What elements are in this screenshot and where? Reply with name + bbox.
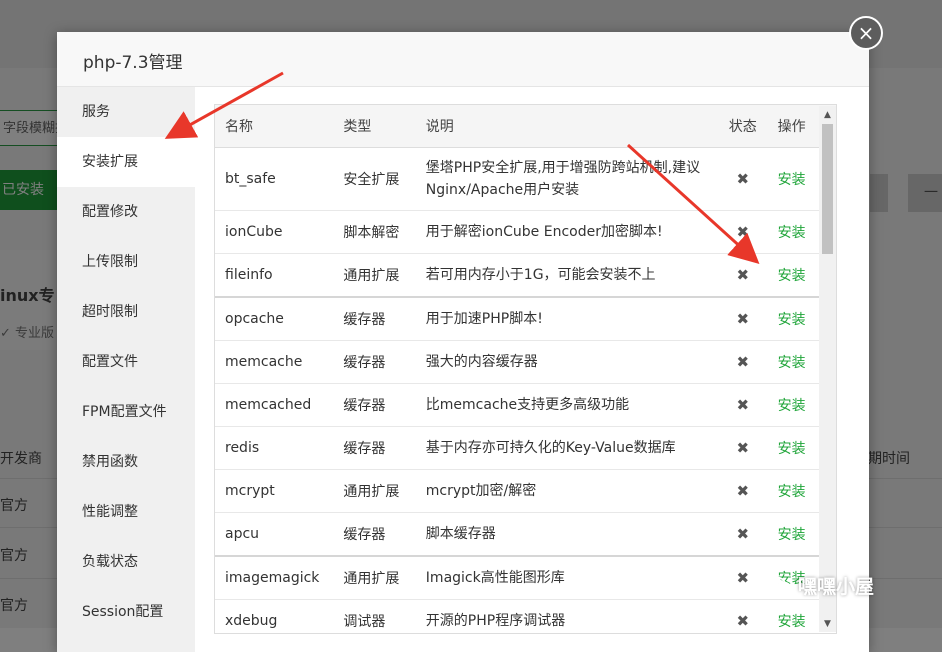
sidebar-item[interactable]: 上传限制 <box>57 237 195 287</box>
status-not-installed-icon: ✖ <box>719 210 766 254</box>
sidebar-item[interactable]: 服务 <box>57 87 195 137</box>
cell-type: 缓存器 <box>333 383 416 427</box>
col-header-desc: 说明 <box>415 105 720 148</box>
table-row: redis 缓存器 基于内存亦可持久化的Key-Value数据库 ✖ 安装 <box>215 426 836 470</box>
sidebar-item[interactable]: 负载状态 <box>57 537 195 587</box>
install-link[interactable]: 安装 <box>765 210 818 254</box>
sidebar-item[interactable]: Session配置 <box>57 587 195 637</box>
cell-type: 通用扩展 <box>333 556 416 600</box>
cell-type: 通用扩展 <box>333 253 416 298</box>
table-row: ionCube 脚本解密 用于解密ionCube Encoder加密脚本! ✖ 安装 <box>215 210 836 254</box>
table-row: mcrypt 通用扩展 mcrypt加密/解密 ✖ 安装 <box>215 469 836 513</box>
cell-type: 缓存器 <box>333 512 416 557</box>
table-scrollbar[interactable]: ▲ ▼ <box>819 106 836 632</box>
status-not-installed-icon: ✖ <box>719 556 766 600</box>
install-link[interactable]: 安装 <box>765 512 818 557</box>
table-row: opcache 缓存器 用于加速PHP脚本! ✖ 安装 <box>215 297 836 341</box>
cell-name: ionCube <box>215 210 334 254</box>
close-icon[interactable]: × <box>849 16 883 50</box>
table-row: memcache 缓存器 强大的内容缓存器 ✖ 安装 <box>215 340 836 384</box>
sidebar-item[interactable]: 安装扩展 <box>57 137 195 187</box>
cell-name: memcache <box>215 340 334 384</box>
table-row: imagemagick 通用扩展 Imagick高性能图形库 ✖ 安装 <box>215 556 836 600</box>
col-header-status: 状态 <box>719 105 766 148</box>
extensions-table: 名称 类型 说明 状态 操作 bt_safe 安全扩展 堡塔PHP安全扩展,用于增强… <box>215 105 836 633</box>
cell-type: 缓存器 <box>333 340 416 384</box>
sidebar: 服务 安装扩展 配置修改 上传限制 超时限制 配置文件 FPM配置文件 禁用函数 性能调整 负载状… <box>57 87 195 652</box>
watermark-text: 嘿嘿小屋 <box>798 576 875 598</box>
sidebar-item[interactable]: 配置文件 <box>57 337 195 387</box>
table-row: memcached 缓存器 比memcache支持更多高级功能 ✖ 安装 <box>215 383 836 427</box>
cell-desc: 比memcache支持更多高级功能 <box>415 383 720 427</box>
status-not-installed-icon: ✖ <box>719 512 766 557</box>
install-link[interactable]: 安装 <box>765 297 818 341</box>
cell-desc: 若可用内存小于1G，可能会安装不上 <box>415 253 720 298</box>
status-not-installed-icon: ✖ <box>719 426 766 470</box>
cell-name: xdebug <box>215 599 334 633</box>
php-manage-dialog: php-7.3管理 × 服务 安装扩展 配置修改 上传限制 超时限制 配置文件 FPM配置文… <box>57 16 883 652</box>
wechat-icon <box>768 576 792 595</box>
install-link[interactable]: 安装 <box>765 599 818 633</box>
status-not-installed-icon: ✖ <box>719 340 766 384</box>
cell-type: 缓存器 <box>333 297 416 341</box>
cell-desc: 脚本缓存器 <box>415 512 720 557</box>
cell-desc: 开源的PHP程序调试器 <box>415 599 720 633</box>
sidebar-item[interactable]: 性能调整 <box>57 487 195 537</box>
table-row: fileinfo 通用扩展 若可用内存小于1G，可能会安装不上 ✖ 安装 <box>215 253 836 298</box>
col-header-type: 类型 <box>333 105 416 148</box>
cell-type: 安全扩展 <box>333 147 416 211</box>
status-not-installed-icon: ✖ <box>719 469 766 513</box>
install-link[interactable]: 安装 <box>765 383 818 427</box>
cell-type: 通用扩展 <box>333 469 416 513</box>
col-header-name: 名称 <box>215 105 334 148</box>
cell-name: opcache <box>215 297 334 341</box>
sidebar-item[interactable]: 超时限制 <box>57 287 195 337</box>
table-row: apcu 缓存器 脚本缓存器 ✖ 安装 <box>215 512 836 557</box>
cell-type: 脚本解密 <box>333 210 416 254</box>
cell-name: redis <box>215 426 334 470</box>
cell-name: apcu <box>215 512 334 557</box>
cell-desc: Imagick高性能图形库 <box>415 556 720 600</box>
cell-type: 缓存器 <box>333 426 416 470</box>
cell-name: memcached <box>215 383 334 427</box>
cell-type: 调试器 <box>333 599 416 633</box>
install-link[interactable]: 安装 <box>765 147 818 211</box>
cell-desc: 堡塔PHP安全扩展,用于增强防跨站机制,建议Nginx/Apache用户安装 <box>415 147 720 211</box>
status-not-installed-icon: ✖ <box>719 599 766 633</box>
cell-desc: 基于内存亦可持久化的Key-Value数据库 <box>415 426 720 470</box>
install-link[interactable]: 安装 <box>765 426 818 470</box>
table-row: bt_safe 安全扩展 堡塔PHP安全扩展,用于增强防跨站机制,建议Nginx/A… <box>215 147 836 211</box>
dialog-header: php-7.3管理 <box>57 32 869 87</box>
cell-desc: mcrypt加密/解密 <box>415 469 720 513</box>
sidebar-item[interactable]: 禁用函数 <box>57 437 195 487</box>
cell-desc: 强大的内容缓存器 <box>415 340 720 384</box>
watermark: 嘿嘿小屋 <box>768 572 874 599</box>
scroll-thumb[interactable] <box>822 124 833 254</box>
cell-name: imagemagick <box>215 556 334 600</box>
scroll-up-icon[interactable]: ▲ <box>822 109 833 121</box>
cell-desc: 用于解密ionCube Encoder加密脚本! <box>415 210 720 254</box>
install-link[interactable]: 安装 <box>765 340 818 384</box>
install-link[interactable]: 安装 <box>765 469 818 513</box>
cell-name: bt_safe <box>215 147 334 211</box>
table-row: xdebug 调试器 开源的PHP程序调试器 ✖ 安装 <box>215 599 836 633</box>
cell-name: mcrypt <box>215 469 334 513</box>
cell-desc: 用于加速PHP脚本! <box>415 297 720 341</box>
extensions-table-container: 名称 类型 说明 状态 操作 bt_safe 安全扩展 堡塔PHP安全扩展,用于增强… <box>214 104 837 634</box>
install-link[interactable]: 安装 <box>765 253 818 298</box>
sidebar-item[interactable]: 配置修改 <box>57 187 195 237</box>
sidebar-item[interactable]: FPM配置文件 <box>57 387 195 437</box>
cell-name: fileinfo <box>215 253 334 298</box>
status-not-installed-icon: ✖ <box>719 297 766 341</box>
dialog-title: php-7.3管理 <box>83 53 183 73</box>
status-not-installed-icon: ✖ <box>719 147 766 211</box>
scroll-down-icon[interactable]: ▼ <box>822 618 833 630</box>
status-not-installed-icon: ✖ <box>719 383 766 427</box>
status-not-installed-icon: ✖ <box>719 253 766 298</box>
table-header-row: 名称 类型 说明 状态 操作 <box>215 105 836 148</box>
col-header-action: 操作 <box>765 105 818 148</box>
